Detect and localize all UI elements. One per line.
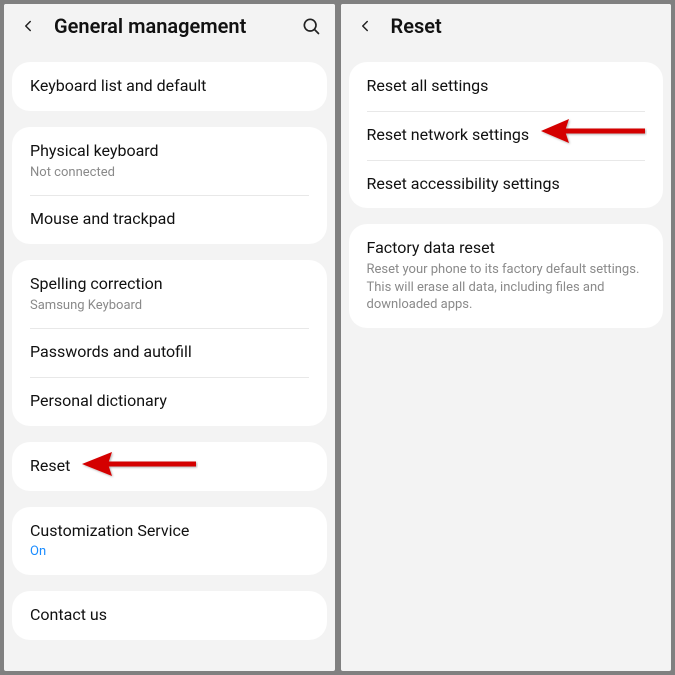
item-reset[interactable]: Reset xyxy=(12,442,327,491)
item-reset-network-settings[interactable]: Reset network settings xyxy=(349,111,664,160)
page-title: Reset xyxy=(391,14,660,38)
item-title: Reset xyxy=(30,456,309,477)
item-spelling-correction[interactable]: Spelling correction Samsung Keyboard xyxy=(12,260,327,328)
item-factory-data-reset[interactable]: Factory data reset Reset your phone to i… xyxy=(349,224,664,327)
item-title: Spelling correction xyxy=(30,274,309,295)
group: Customization Service On xyxy=(12,507,327,575)
group: Physical keyboard Not connected Mouse an… xyxy=(12,127,327,244)
item-reset-all-settings[interactable]: Reset all settings xyxy=(349,62,664,111)
content: Reset all settings Reset network setting… xyxy=(341,62,672,328)
group: Spelling correction Samsung Keyboard Pas… xyxy=(12,260,327,426)
item-title: Customization Service xyxy=(30,521,309,542)
item-sub: Reset your phone to its factory default … xyxy=(367,261,646,314)
screen-reset: Reset Reset all settings Reset network s… xyxy=(341,4,672,671)
item-title: Reset network settings xyxy=(367,125,646,146)
item-contact-us[interactable]: Contact us xyxy=(12,591,327,640)
item-sub: Not connected xyxy=(30,164,309,182)
header: General management xyxy=(4,4,335,46)
item-personal-dictionary[interactable]: Personal dictionary xyxy=(12,377,327,426)
group: Keyboard list and default xyxy=(12,62,327,111)
content: Keyboard list and default Physical keybo… xyxy=(4,62,335,640)
item-title: Factory data reset xyxy=(367,238,646,259)
group: Reset all settings Reset network setting… xyxy=(349,62,664,208)
header: Reset xyxy=(341,4,672,46)
item-title: Mouse and trackpad xyxy=(30,209,309,230)
item-title: Contact us xyxy=(30,605,309,626)
item-sub: Samsung Keyboard xyxy=(30,297,309,315)
item-title: Keyboard list and default xyxy=(30,76,309,97)
group: Contact us xyxy=(12,591,327,640)
item-title: Personal dictionary xyxy=(30,391,309,412)
item-mouse-trackpad[interactable]: Mouse and trackpad xyxy=(12,195,327,244)
search-icon[interactable] xyxy=(299,14,323,38)
group: Factory data reset Reset your phone to i… xyxy=(349,224,664,327)
screen-general-management: General management Keyboard list and def… xyxy=(4,4,335,671)
item-reset-accessibility-settings[interactable]: Reset accessibility settings xyxy=(349,160,664,209)
item-sub: On xyxy=(30,543,309,561)
page-title: General management xyxy=(54,14,299,38)
item-keyboard-list[interactable]: Keyboard list and default xyxy=(12,62,327,111)
group: Reset xyxy=(12,442,327,491)
back-icon[interactable] xyxy=(16,14,40,38)
back-icon[interactable] xyxy=(353,14,377,38)
item-title: Passwords and autofill xyxy=(30,342,309,363)
item-passwords-autofill[interactable]: Passwords and autofill xyxy=(12,328,327,377)
item-customization-service[interactable]: Customization Service On xyxy=(12,507,327,575)
item-physical-keyboard[interactable]: Physical keyboard Not connected xyxy=(12,127,327,195)
item-title: Reset all settings xyxy=(367,76,646,97)
item-title: Reset accessibility settings xyxy=(367,174,646,195)
item-title: Physical keyboard xyxy=(30,141,309,162)
